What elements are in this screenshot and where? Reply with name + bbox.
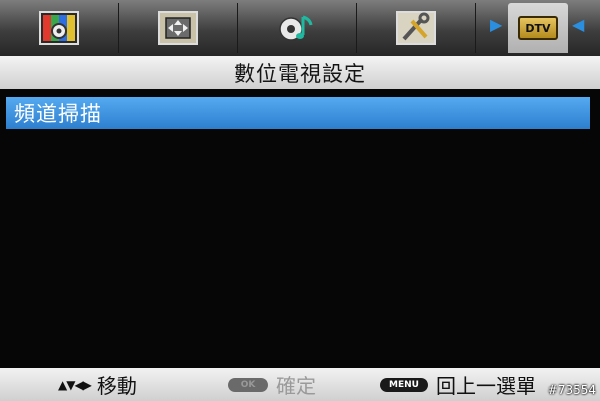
hint-navigate: ▲▼◀▶ 移動: [58, 368, 137, 401]
tab-screen[interactable]: [119, 3, 238, 53]
menu-panel: 頻道掃描: [0, 89, 600, 368]
picture-settings-icon: [39, 11, 79, 45]
arrow-keys-icon: ▲▼◀▶: [58, 377, 92, 392]
menu-key-icon: MENU: [380, 377, 428, 392]
hint-ok: OK 確定: [228, 368, 316, 401]
menu-item-channel-scan[interactable]: 頻道掃描: [6, 97, 590, 129]
hint-menu-label: 回上一選單: [436, 374, 536, 398]
menu-tab-bar: ▶ DTV ◀: [0, 0, 600, 56]
tab-scroll-right-icon: ▶: [490, 15, 503, 34]
tab-dtv[interactable]: DTV: [508, 3, 568, 53]
hint-menu: MENU 回上一選單: [380, 368, 536, 401]
screen-adjust-icon: [158, 11, 198, 45]
footer-hint-bar: ▲▼◀▶ 移動 OK 確定 MENU 回上一選單 #73554: [0, 368, 600, 401]
page-title: 數位電視設定: [234, 61, 366, 86]
hint-navigate-label: 移動: [96, 374, 137, 398]
sound-settings-icon: [279, 15, 313, 41]
hint-ok-label: 確定: [276, 374, 316, 398]
page-title-bar: 數位電視設定: [0, 56, 600, 89]
watermark: #73554: [547, 383, 596, 397]
menu-item-label: 頻道掃描: [14, 102, 102, 126]
tab-sound[interactable]: [238, 3, 357, 53]
tab-setup[interactable]: [357, 3, 476, 53]
tab-scroll-left-icon: ◀: [572, 15, 585, 34]
dtv-icon: DTV: [518, 16, 558, 40]
tab-picture[interactable]: [0, 3, 119, 53]
dtv-icon-label: DTV: [525, 21, 551, 35]
ok-key-icon: OK: [228, 377, 268, 392]
setup-tools-icon: [396, 11, 436, 45]
